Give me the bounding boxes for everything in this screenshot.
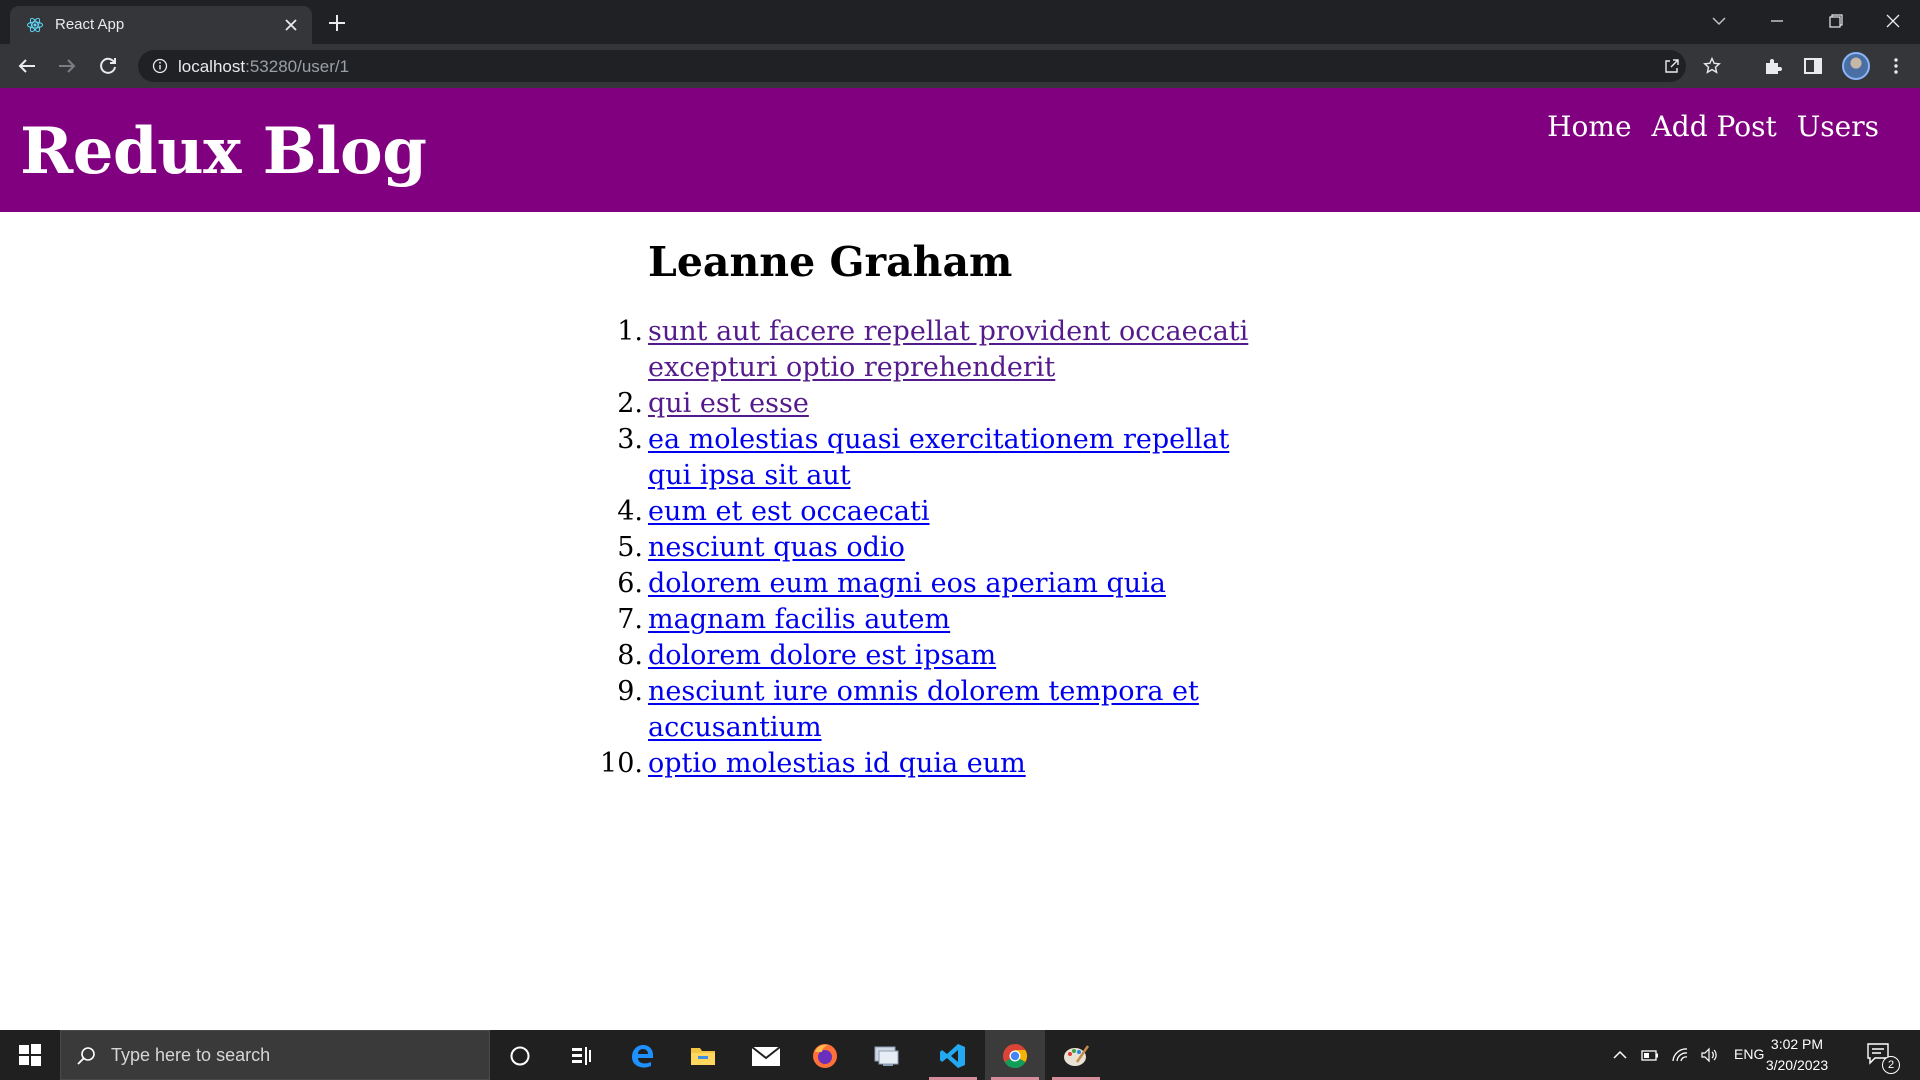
post-list-item: 3. ea molestias quasi exercitationem repe… [617,422,1268,494]
cortana-circle-icon [510,1046,530,1066]
post-number: 9. [617,676,643,707]
computer-monitor-icon [874,1046,899,1066]
browser-toolbar: localhost:53280/user/1 [0,44,1920,88]
reload-icon[interactable] [96,54,120,78]
forward-arrow-icon[interactable] [55,54,79,78]
url-path: :53280/user/1 [245,57,350,76]
share-icon[interactable] [1662,56,1682,76]
back-arrow-icon[interactable] [15,54,39,78]
tab-title: React App [55,16,125,33]
user-posts-list: 1. sunt aut facere repellat provident occ… [600,314,1268,782]
windows-taskbar: Type here to search ENG 3:02 PM 3/20/202… [0,1030,1920,1080]
minimize-icon[interactable] [1762,8,1792,34]
file-explorer-taskbar-app[interactable] [673,1030,733,1080]
remote-desktop-taskbar-app[interactable] [856,1030,916,1080]
nav-home-link[interactable]: Home [1547,110,1631,143]
post-link[interactable]: optio molestias id quia eum [648,746,1026,782]
post-link[interactable]: qui est esse [648,386,809,422]
new-tab-icon[interactable] [324,10,350,36]
notification-count-badge: 2 [1882,1056,1900,1074]
close-tab-icon[interactable] [280,14,302,36]
post-link[interactable]: dolorem dolore est ipsam [648,638,996,674]
task-view-icon [572,1047,591,1065]
taskbar-search-box[interactable]: Type here to search [60,1030,490,1080]
firefox-taskbar-app[interactable] [795,1030,855,1080]
post-number: 7. [617,604,643,635]
more-menu-icon[interactable] [1884,54,1908,78]
post-link[interactable]: ea molestias quasi exercitationem repell… [648,422,1268,494]
browser-tab[interactable]: React App [10,6,312,44]
extensions-puzzle-icon[interactable] [1761,54,1785,78]
search-icon [77,1047,95,1065]
nav-users-link[interactable]: Users [1797,110,1879,143]
post-number: 1. [617,316,643,347]
folder-icon [691,1048,715,1065]
vscode-icon [940,1044,965,1068]
volume-icon[interactable] [1699,1045,1719,1065]
url-host: localhost [178,57,246,76]
paint-taskbar-app[interactable] [1046,1030,1106,1080]
edge-browser-icon [632,1045,653,1068]
post-link[interactable]: sunt aut facere repellat provident occae… [648,314,1268,386]
mail-envelope-icon [751,1046,781,1066]
user-page: Leanne Graham 1. sunt aut facere repellat… [600,238,1268,782]
post-number: 4. [617,496,643,527]
post-number: 3. [617,424,643,455]
post-link[interactable]: dolorem eum magni eos aperiam quia [648,566,1166,602]
post-list-item: 4. eum et est occaecati [617,494,1268,530]
post-list-item: 2. qui est esse [617,386,1268,422]
vscode-taskbar-app[interactable] [923,1030,983,1080]
chrome-icon [1003,1044,1028,1069]
firefox-icon [813,1044,837,1068]
url-text: localhost:53280/user/1 [178,57,349,77]
clock-time: 3:02 PM [1770,1036,1824,1052]
site-header: Redux Blog Home Add Post Users [0,88,1920,212]
chrome-taskbar-app[interactable] [985,1030,1045,1080]
address-bar[interactable]: localhost:53280/user/1 [138,50,1721,82]
post-link[interactable]: magnam facilis autem [648,602,950,638]
language-indicator[interactable]: ENG [1734,1046,1764,1062]
post-list-item: 6. dolorem eum magni eos aperiam quia [617,566,1268,602]
paint-palette-icon [1064,1045,1090,1066]
post-list-item: 10. optio molestias id quia eum [600,746,1268,782]
restore-icon[interactable] [1820,8,1850,34]
site-title: Redux Blog [20,114,427,189]
post-link[interactable]: eum et est occaecati [648,494,930,530]
taskbar-clock[interactable]: 3:02 PM 3/20/2023 [1762,1034,1832,1076]
side-panel-icon[interactable] [1801,54,1825,78]
task-view-button[interactable] [551,1030,611,1080]
site-info-icon[interactable] [152,58,168,74]
post-list-item: 5. nesciunt quas odio [617,530,1268,566]
battery-icon[interactable] [1640,1045,1660,1065]
search-placeholder: Type here to search [111,1045,271,1065]
close-window-icon[interactable] [1878,8,1908,34]
post-list-item: 7. magnam facilis autem [617,602,1268,638]
tab-search-chevron-icon[interactable] [1704,8,1734,34]
post-link[interactable]: nesciunt quas odio [648,530,905,566]
post-link[interactable]: nesciunt iure omnis dolorem tempora et a… [648,674,1268,746]
bookmark-star-icon[interactable] [1702,56,1722,76]
profile-avatar[interactable] [1842,52,1870,80]
post-number: 2. [617,388,643,419]
browser-tabstrip: React App [0,0,1920,44]
show-hidden-icons-chevron-icon[interactable] [1610,1045,1630,1065]
user-name-heading: Leanne Graham [648,238,1013,286]
post-list-item: 1. sunt aut facere repellat provident occ… [617,314,1268,386]
nav-add-post-link[interactable]: Add Post [1652,110,1777,143]
wifi-icon[interactable] [1670,1045,1690,1065]
mail-taskbar-app[interactable] [734,1030,794,1080]
post-number: 8. [617,640,643,671]
post-list-item: 8. dolorem dolore est ipsam [617,638,1268,674]
clock-date: 3/20/2023 [1765,1057,1829,1073]
post-list-item: 9. nesciunt iure omnis dolorem tempora et… [617,674,1268,746]
main-nav: Home Add Post Users [1547,110,1879,143]
post-number: 6. [617,568,643,599]
cortana-button[interactable] [490,1030,550,1080]
edge-taskbar-app[interactable] [612,1030,672,1080]
post-number: 5. [617,532,643,563]
react-logo-icon [27,17,43,33]
windows-start-icon[interactable] [18,1043,42,1067]
post-number: 10. [600,748,643,779]
action-center-button[interactable]: 2 [1866,1042,1900,1074]
